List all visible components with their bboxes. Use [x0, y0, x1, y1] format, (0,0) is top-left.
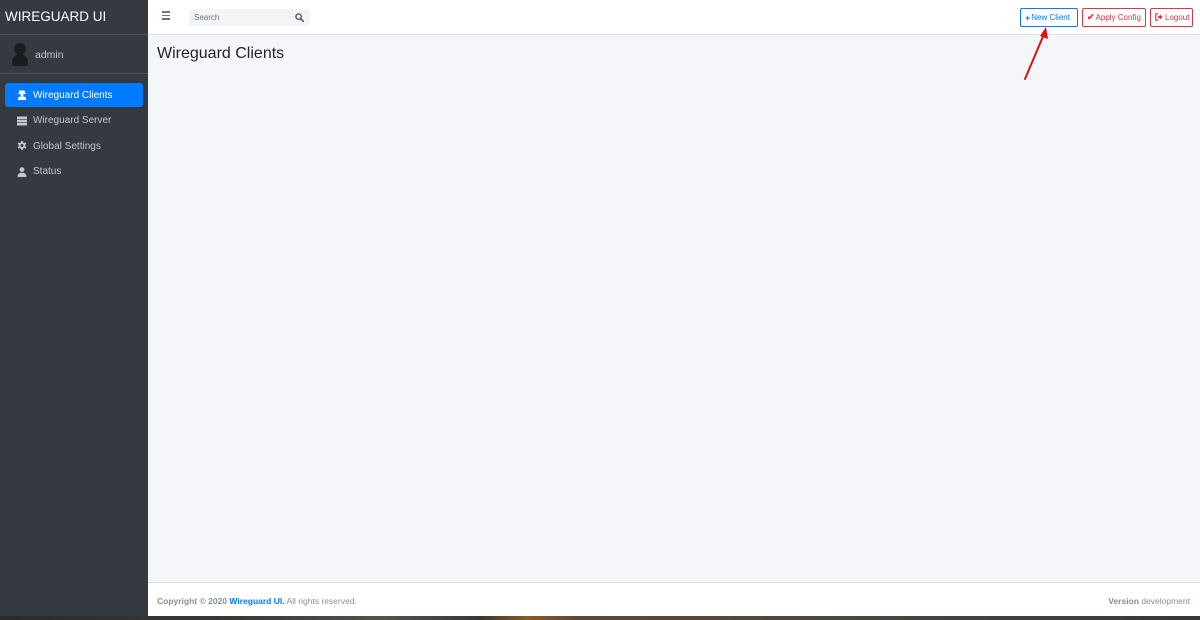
footer-copyright: Copyright © 2020 Wireguard UI. All right…	[157, 596, 357, 606]
user-name[interactable]: admin	[35, 49, 64, 61]
footer-version: Version development	[1108, 596, 1190, 606]
server-icon	[17, 116, 27, 126]
user-icon	[17, 166, 27, 177]
apply-config-label: Apply Config	[1095, 13, 1141, 22]
gear-icon	[17, 141, 27, 151]
sidebar-item-wireguard-server[interactable]: Wireguard Server	[5, 109, 143, 133]
taskbar-strip	[0, 616, 1200, 620]
copyright-prefix: Copyright © 2020	[157, 596, 228, 606]
page-title: Wireguard Clients	[157, 45, 285, 62]
version-label: Version	[1108, 596, 1139, 606]
sidebar-item-label: Global Settings	[33, 140, 101, 152]
sidebar: WIREGUARD UI admin Wireguard Clients Wir…	[0, 0, 148, 616]
sidebar-item-global-settings[interactable]: Global Settings	[5, 134, 143, 158]
hamburger-icon[interactable]	[162, 11, 170, 20]
user-secret-icon	[17, 90, 27, 100]
footer: Copyright © 2020 Wireguard UI. All right…	[148, 582, 1200, 616]
search-input[interactable]	[189, 9, 289, 26]
apply-config-button[interactable]: ✔ Apply Config	[1082, 8, 1146, 27]
sidebar-nav: Wireguard Clients Wireguard Server Globa…	[0, 74, 148, 184]
version-value: development	[1141, 596, 1190, 606]
sign-out-icon	[1155, 12, 1164, 23]
logout-button[interactable]: Logout	[1150, 8, 1193, 27]
top-navbar: + New Client ✔ Apply Config Logout	[148, 0, 1200, 35]
sidebar-item-wireguard-clients[interactable]: Wireguard Clients	[5, 83, 143, 107]
plus-icon: +	[1025, 12, 1031, 23]
search-icon[interactable]	[295, 13, 304, 22]
logout-label: Logout	[1165, 13, 1190, 22]
brand-title[interactable]: WIREGUARD UI	[0, 0, 148, 35]
search-box	[189, 9, 310, 26]
sidebar-item-status[interactable]: Status	[5, 160, 143, 184]
check-icon: ✔	[1087, 12, 1095, 22]
wireguard-ui-link[interactable]: Wireguard UI.	[229, 596, 284, 606]
sidebar-item-label: Wireguard Clients	[33, 89, 113, 101]
user-avatar-icon	[12, 43, 28, 66]
user-panel: admin	[0, 36, 148, 74]
new-client-label: New Client	[1031, 13, 1070, 22]
copyright-suffix: All rights reserved.	[286, 596, 357, 606]
sidebar-item-label: Wireguard Server	[33, 115, 112, 126]
sidebar-item-label: Status	[33, 166, 62, 177]
new-client-button[interactable]: + New Client	[1020, 8, 1078, 27]
content-area: Wireguard Clients	[148, 35, 1200, 582]
